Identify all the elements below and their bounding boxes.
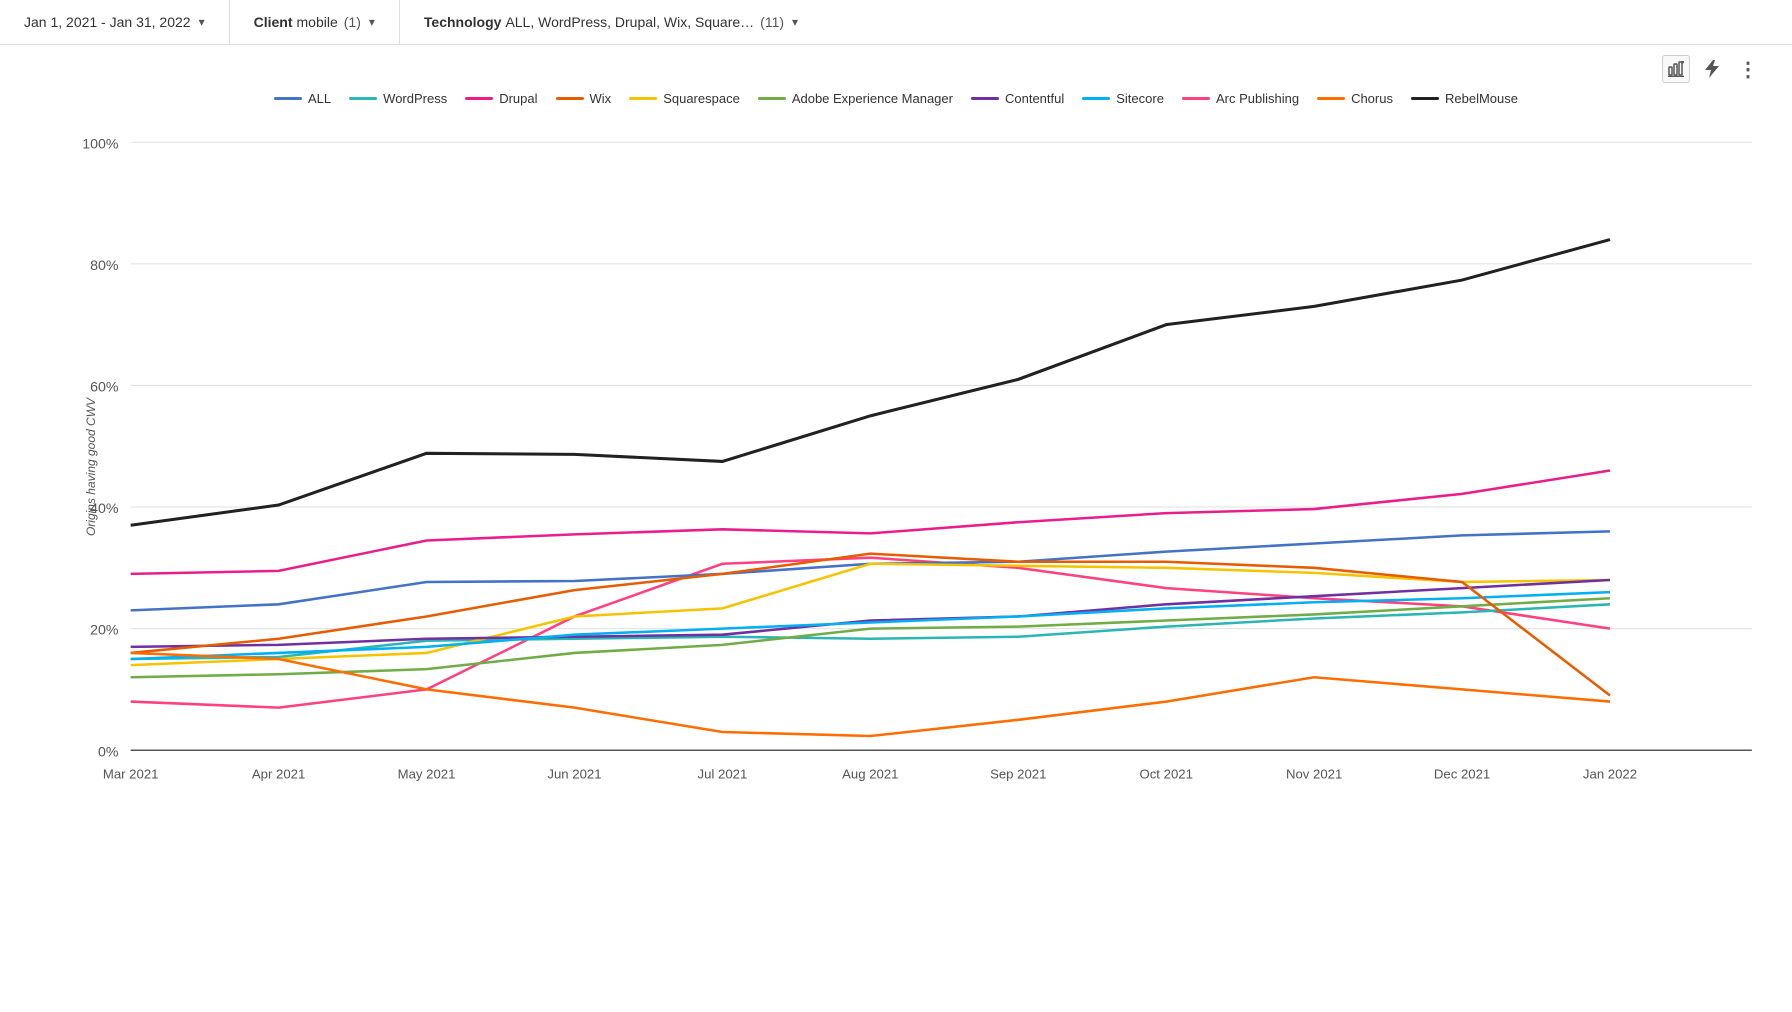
legend-line: [556, 97, 584, 100]
legend-label: Arc Publishing: [1216, 91, 1299, 106]
client-label: Client: [254, 14, 293, 30]
chevron-down-icon: ▾: [369, 15, 375, 29]
svg-text:80%: 80%: [90, 258, 119, 274]
line-chorus: [131, 653, 1610, 736]
svg-text:Oct 2021: Oct 2021: [1140, 767, 1193, 782]
legend-line: [1082, 97, 1110, 100]
top-bar: Jan 1, 2021 - Jan 31, 2022 ▾ Client mobi…: [0, 0, 1792, 45]
legend-line: [971, 97, 999, 100]
client-filter[interactable]: Client mobile (1) ▾: [230, 0, 400, 44]
svg-text:May 2021: May 2021: [398, 767, 456, 782]
tech-label: Technology: [424, 14, 502, 30]
chevron-down-icon: ▾: [792, 15, 798, 29]
legend-label: WordPress: [383, 91, 447, 106]
legend: ALL WordPress Drupal Wix Squarespace Adobe Ex…: [20, 91, 1772, 106]
toolbar: ⋮: [20, 55, 1772, 83]
bolt-icon[interactable]: [1698, 55, 1726, 83]
legend-label: Squarespace: [663, 91, 740, 106]
svg-text:Sep 2021: Sep 2021: [990, 767, 1046, 782]
tech-value: ALL, WordPress, Drupal, Wix, Square…: [505, 14, 754, 30]
legend-item-sitecore: Sitecore: [1082, 91, 1164, 106]
line-contentful: [131, 580, 1610, 647]
legend-item-chorus: Chorus: [1317, 91, 1393, 106]
svg-text:Jun 2021: Jun 2021: [547, 767, 601, 782]
date-range-value: Jan 1, 2021 - Jan 31, 2022: [24, 14, 191, 30]
chart-type-icon[interactable]: [1662, 55, 1690, 83]
client-value: mobile: [297, 14, 338, 30]
svg-text:Jul 2021: Jul 2021: [698, 767, 748, 782]
legend-label: ALL: [308, 91, 331, 106]
svg-text:Mar 2021: Mar 2021: [103, 767, 159, 782]
svg-text:100%: 100%: [82, 136, 119, 152]
legend-label: Contentful: [1005, 91, 1064, 106]
chevron-down-icon: ▾: [199, 15, 205, 29]
tech-count: (11): [760, 14, 784, 30]
legend-line: [758, 97, 786, 100]
legend-label: Drupal: [499, 91, 537, 106]
legend-item-adobe-experience-manager: Adobe Experience Manager: [758, 91, 953, 106]
line-rebelmouse: [131, 240, 1610, 526]
legend-label: Sitecore: [1116, 91, 1164, 106]
legend-line: [1411, 97, 1439, 100]
svg-text:Dec 2021: Dec 2021: [1434, 767, 1490, 782]
legend-label: Chorus: [1351, 91, 1393, 106]
client-count: (1): [344, 14, 361, 30]
svg-text:0%: 0%: [98, 744, 119, 760]
line-chart: 100% 80% 60% 40% 20% 0% Mar 2021 Apr 202…: [80, 122, 1762, 811]
svg-text:20%: 20%: [90, 623, 119, 639]
legend-item-contentful: Contentful: [971, 91, 1064, 106]
legend-line: [274, 97, 302, 100]
legend-line: [629, 97, 657, 100]
legend-item-rebelmouse: RebelMouse: [1411, 91, 1518, 106]
more-options-icon[interactable]: ⋮: [1734, 55, 1762, 83]
svg-text:Aug 2021: Aug 2021: [842, 767, 898, 782]
svg-text:Jan 2022: Jan 2022: [1583, 767, 1637, 782]
line-all: [131, 531, 1610, 610]
chart-area: Origins having good CWV 100% 80% 60% 40%…: [80, 122, 1762, 811]
legend-item-drupal: Drupal: [465, 91, 537, 106]
legend-item-arc-publishing: Arc Publishing: [1182, 91, 1299, 106]
svg-text:60%: 60%: [90, 380, 119, 396]
legend-label: Wix: [590, 91, 612, 106]
legend-item-wix: Wix: [556, 91, 612, 106]
date-range-filter[interactable]: Jan 1, 2021 - Jan 31, 2022 ▾: [0, 0, 230, 44]
svg-text:Nov 2021: Nov 2021: [1286, 767, 1342, 782]
legend-label: RebelMouse: [1445, 91, 1518, 106]
legend-line: [349, 97, 377, 100]
legend-line: [465, 97, 493, 100]
y-axis-title: Origins having good CWV: [84, 397, 98, 535]
line-arc-publishing: [131, 558, 1610, 708]
technology-filter[interactable]: Technology ALL, WordPress, Drupal, Wix, …: [400, 0, 822, 44]
legend-item-wordpress: WordPress: [349, 91, 447, 106]
legend-label: Adobe Experience Manager: [792, 91, 953, 106]
svg-text:Apr 2021: Apr 2021: [252, 767, 305, 782]
legend-item-squarespace: Squarespace: [629, 91, 740, 106]
legend-item-all: ALL: [274, 91, 331, 106]
legend-line: [1182, 97, 1210, 100]
legend-line: [1317, 97, 1345, 100]
chart-container: ⋮ ALL WordPress Drupal Wix Squarespace Adobe …: [0, 45, 1792, 831]
